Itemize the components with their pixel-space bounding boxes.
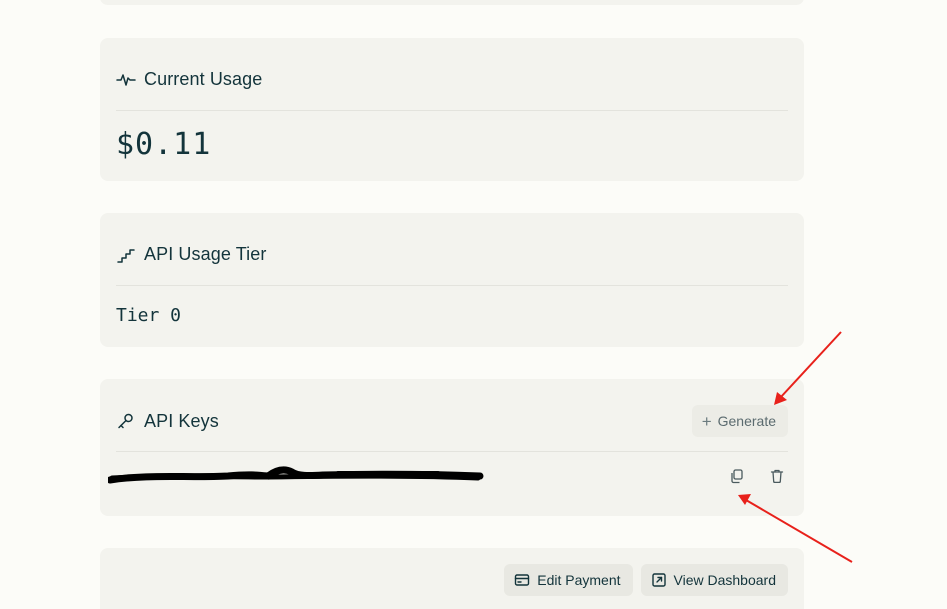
trash-icon[interactable] bbox=[768, 467, 786, 485]
current-usage-header: Current Usage bbox=[116, 69, 788, 90]
redacted-api-key bbox=[108, 466, 484, 484]
stairs-icon bbox=[116, 245, 136, 265]
generate-key-button[interactable]: + Generate bbox=[691, 405, 788, 437]
current-usage-value: $0.11 bbox=[116, 127, 212, 162]
generate-key-label: Generate bbox=[717, 413, 776, 429]
edit-payment-label: Edit Payment bbox=[537, 572, 621, 588]
api-keys-card: API Keys + Generate bbox=[100, 379, 804, 516]
current-usage-title-wrap: Current Usage bbox=[116, 69, 262, 90]
settings-page: Current Usage $0.11 API Usage Tier Tier … bbox=[0, 0, 947, 609]
current-usage-divider bbox=[116, 110, 788, 111]
key-icon bbox=[116, 411, 136, 431]
activity-icon bbox=[116, 70, 136, 90]
view-dashboard-button[interactable]: View Dashboard bbox=[640, 564, 788, 596]
api-keys-header: API Keys + Generate bbox=[116, 405, 788, 437]
billing-actions-card: Edit Payment View Dashboard bbox=[100, 548, 804, 609]
previous-card bbox=[100, 0, 804, 5]
api-key-row bbox=[108, 461, 788, 491]
api-keys-title-wrap: API Keys bbox=[116, 411, 219, 432]
plus-icon: + bbox=[701, 411, 712, 431]
api-usage-tier-card: API Usage Tier Tier 0 bbox=[100, 213, 804, 347]
api-usage-tier-divider bbox=[116, 285, 788, 286]
view-dashboard-label: View Dashboard bbox=[673, 572, 776, 588]
copy-icon[interactable] bbox=[728, 467, 746, 485]
edit-payment-button[interactable]: Edit Payment bbox=[504, 564, 633, 596]
api-keys-title: API Keys bbox=[144, 410, 219, 431]
api-key-actions bbox=[728, 467, 786, 485]
api-usage-tier-title-wrap: API Usage Tier bbox=[116, 244, 266, 265]
api-usage-tier-title: API Usage Tier bbox=[144, 244, 267, 264]
current-usage-title: Current Usage bbox=[144, 69, 263, 89]
api-usage-tier-header: API Usage Tier bbox=[116, 244, 788, 265]
current-usage-card: Current Usage $0.11 bbox=[100, 38, 804, 181]
api-keys-divider bbox=[116, 451, 788, 452]
billing-actions-row: Edit Payment View Dashboard bbox=[504, 564, 788, 596]
api-usage-tier-value: Tier 0 bbox=[116, 305, 182, 326]
credit-card-icon bbox=[515, 574, 530, 586]
external-link-icon bbox=[651, 573, 666, 587]
